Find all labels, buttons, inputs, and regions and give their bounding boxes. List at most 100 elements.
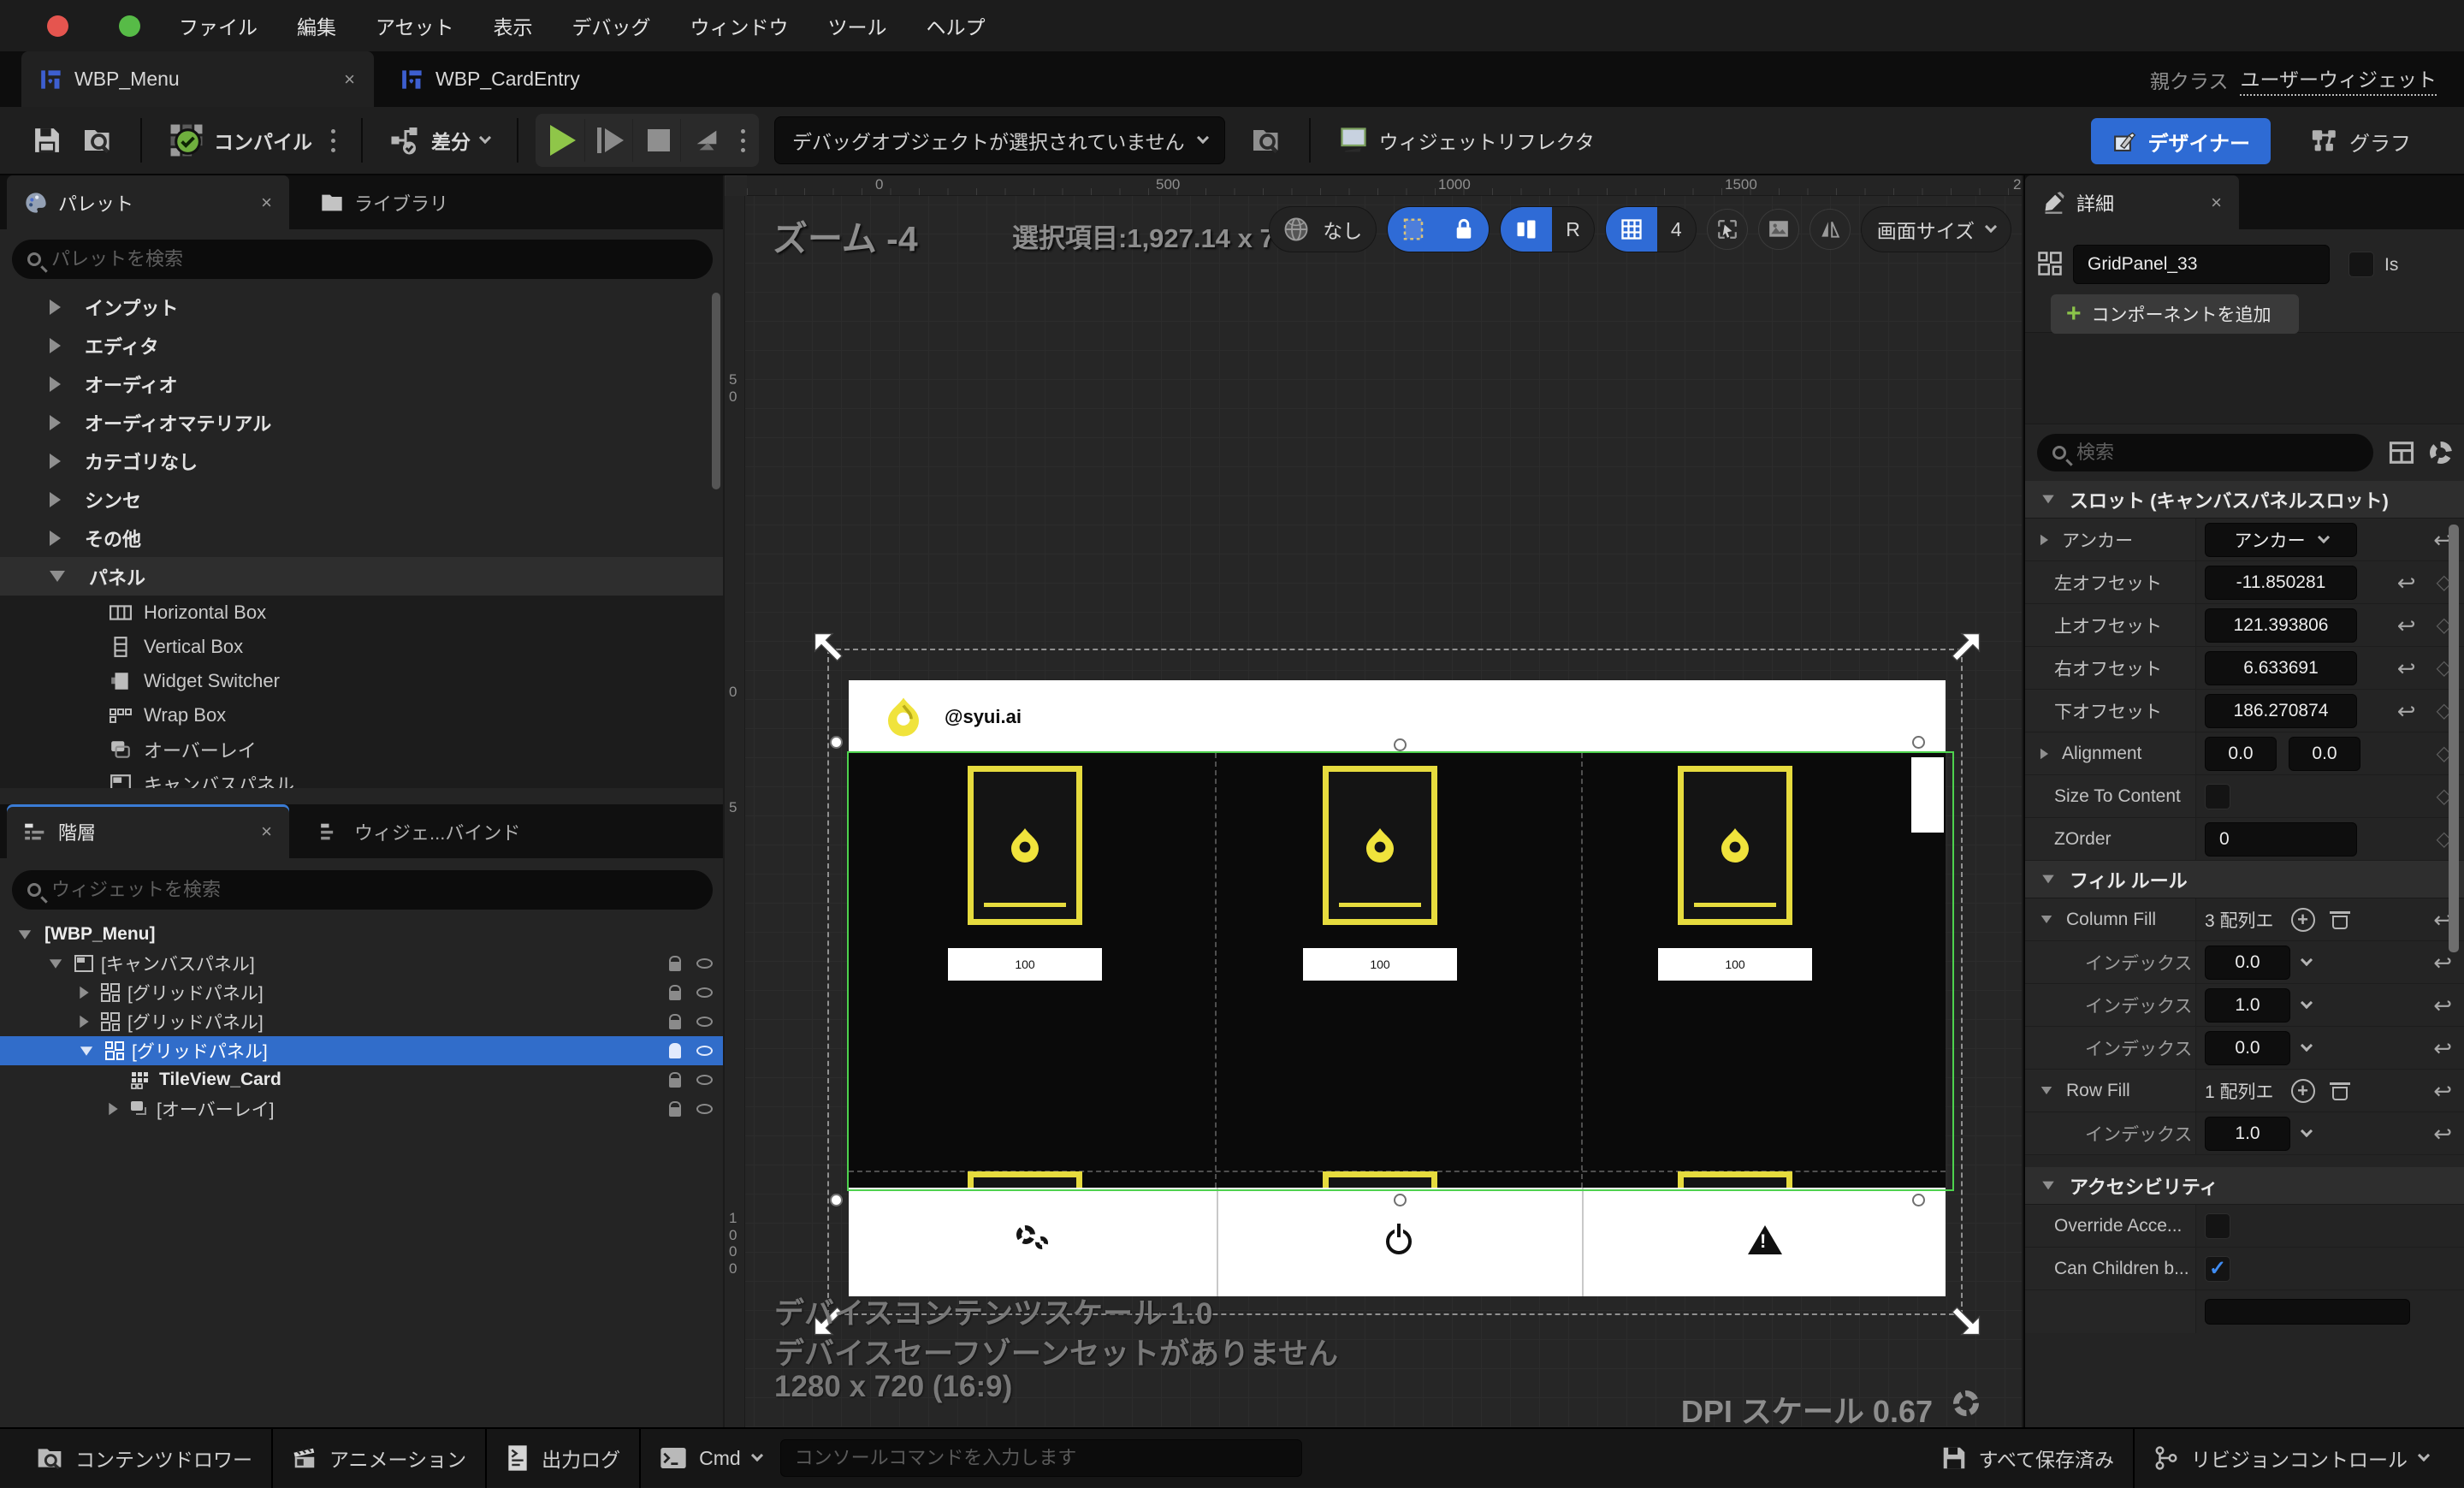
lock-icon[interactable]	[669, 1071, 681, 1088]
anchor-handle[interactable]	[830, 736, 843, 749]
lock-widget-toggle[interactable]	[1439, 207, 1490, 252]
parent-class-link[interactable]: ユーザーウィジェット	[2240, 63, 2437, 96]
accessible-behavior-dropdown[interactable]	[2205, 1299, 2410, 1325]
details-scrollbar[interactable]	[2449, 525, 2459, 952]
anchor-handle[interactable]	[1394, 1194, 1407, 1206]
reset-icon[interactable]: ↩	[2397, 657, 2416, 679]
frame-skip-button[interactable]	[589, 119, 633, 162]
settings-gear-icon[interactable]	[2430, 442, 2452, 464]
zoom-traffic-light[interactable]	[119, 15, 140, 37]
grid-snap-size[interactable]: 4	[1657, 207, 1696, 252]
lock-icon[interactable]	[669, 1100, 681, 1117]
graph-mode-button[interactable]: グラフ	[2310, 118, 2411, 164]
anchor-handle[interactable]	[1912, 736, 1925, 749]
add-element-icon[interactable]: +	[2290, 907, 2315, 932]
chevron-down-icon[interactable]	[2300, 1039, 2313, 1052]
zorder-input[interactable]: 0	[2205, 821, 2357, 857]
palette-item-canvas-panel[interactable]: キャンバスパネル	[0, 767, 723, 788]
anchor-dropdown[interactable]: アンカー	[2205, 522, 2357, 557]
content-drawer-button[interactable]: コンテンツドロワー	[17, 1428, 271, 1488]
play-button[interactable]	[541, 119, 585, 162]
compile-options-icon[interactable]	[323, 128, 344, 152]
trash-icon[interactable]	[2329, 1082, 2350, 1100]
reset-icon[interactable]: ↩	[2433, 1037, 2452, 1059]
hierarchy-search[interactable]	[12, 870, 713, 910]
palette-category-editor[interactable]: エディタ	[0, 326, 723, 365]
add-component-button[interactable]: + コンポーネントを追加	[2051, 294, 2299, 334]
eye-icon[interactable]	[696, 1104, 713, 1114]
palette-category-input[interactable]: インプット	[0, 288, 723, 326]
animation-button[interactable]: アニメーション	[273, 1428, 485, 1488]
menu-window[interactable]: ウィンドウ	[690, 11, 789, 40]
menu-view[interactable]: 表示	[494, 11, 533, 40]
tree-row-root[interactable]: [WBP_Menu]	[0, 920, 723, 949]
eye-icon[interactable]	[696, 958, 713, 969]
palette-category-audio-material[interactable]: オーディオマテリアル	[0, 403, 723, 442]
reset-icon[interactable]: ↩	[2397, 700, 2416, 722]
browse-debug-button[interactable]	[1241, 116, 1292, 164]
tab-close-icon[interactable]: ×	[318, 68, 355, 91]
menu-asset[interactable]: アセット	[376, 11, 454, 40]
menu-debug[interactable]: デバッグ	[572, 11, 651, 40]
override-accessible-checkbox[interactable]	[2205, 1212, 2230, 1239]
index-input[interactable]: 1.0	[2205, 987, 2290, 1023]
tree-row-overlay[interactable]: [オーバーレイ]	[0, 1094, 723, 1123]
palette-search[interactable]	[12, 240, 713, 279]
marquee-select-toggle[interactable]	[1388, 207, 1440, 252]
lock-icon[interactable]	[669, 1042, 681, 1058]
fill-rules-section-header[interactable]: フィル ルール	[2025, 861, 2464, 898]
offset-top-input[interactable]: 121.393806	[2205, 608, 2357, 643]
reset-icon[interactable]: ↩	[2397, 572, 2416, 594]
close-icon[interactable]: ×	[2185, 192, 2222, 214]
select-cursor-button[interactable]	[1706, 209, 1748, 250]
tree-row-tileview-card[interactable]: TileView_Card	[0, 1065, 723, 1094]
lock-icon[interactable]	[669, 984, 681, 1000]
can-children-checkbox[interactable]: ✓	[2205, 1255, 2230, 1282]
chevron-down-icon[interactable]	[2300, 996, 2313, 1009]
palette-item-horizontal-box[interactable]: Horizontal Box	[0, 596, 723, 630]
palette-item-overlay[interactable]: オーバーレイ	[0, 732, 723, 767]
palette-category-synth[interactable]: シンセ	[0, 480, 723, 519]
play-options-icon[interactable]	[732, 128, 754, 152]
dpi-settings-gear-icon[interactable]	[1953, 1390, 1979, 1416]
lock-icon[interactable]	[669, 1013, 681, 1029]
screen-size-dropdown[interactable]: 画面サイズ	[1860, 206, 2011, 252]
cmd-dropdown[interactable]: Cmd	[641, 1428, 780, 1488]
diff-button[interactable]: 差分	[380, 116, 500, 164]
console-command-input[interactable]	[794, 1447, 1288, 1469]
details-search[interactable]	[2037, 434, 2373, 471]
details-search-input[interactable]	[2076, 442, 2358, 464]
grid-snap-toggle[interactable]	[1605, 207, 1657, 252]
offset-left-input[interactable]: -11.850281	[2205, 565, 2357, 600]
menu-edit[interactable]: 編集	[297, 11, 336, 40]
palette-item-wrap-box[interactable]: Wrap Box	[0, 698, 723, 732]
designer-canvas[interactable]: 0 500 1000 1500 200 50 0 5 1000 ズーム -4 選…	[725, 175, 2022, 1427]
advance-button[interactable]	[684, 119, 729, 162]
anchor-handle[interactable]	[1394, 738, 1407, 751]
resize-handle-se[interactable]	[1946, 1301, 1984, 1339]
display-filter-icon[interactable]	[2389, 441, 2414, 465]
reset-icon[interactable]: ↩	[2397, 614, 2416, 637]
localization-preview-toggle[interactable]: なし	[1269, 206, 1377, 252]
offset-bottom-input[interactable]: 186.270874	[2205, 693, 2357, 728]
chevron-down-icon[interactable]	[2300, 1124, 2313, 1137]
anchor-handle[interactable]	[1912, 1194, 1925, 1206]
size-to-content-checkbox[interactable]	[2205, 783, 2230, 809]
close-icon[interactable]: ×	[235, 192, 272, 214]
preview-image-button[interactable]	[1757, 209, 1799, 250]
save-button[interactable]	[22, 116, 72, 164]
alignment-y-input[interactable]: 0.0	[2289, 736, 2360, 771]
widget-name-field[interactable]: GridPanel_33	[2073, 245, 2330, 284]
reset-icon[interactable]: ↩	[2433, 951, 2452, 974]
palette-category-audio[interactable]: オーディオ	[0, 365, 723, 403]
chevron-down-icon[interactable]	[2300, 953, 2313, 966]
tab-details[interactable]: 詳細 ×	[2025, 175, 2239, 229]
tab-wbp-menu[interactable]: WBP_Menu ×	[21, 51, 374, 107]
minimize-traffic-light[interactable]	[83, 15, 104, 37]
compile-button[interactable]: コンパイル	[159, 116, 323, 164]
eye-icon[interactable]	[696, 1017, 713, 1027]
reset-icon[interactable]: ↩	[2433, 1080, 2452, 1102]
eye-icon[interactable]	[696, 1075, 713, 1085]
output-log-button[interactable]: 出力ログ	[487, 1428, 639, 1488]
index-input[interactable]: 1.0	[2205, 1116, 2290, 1151]
